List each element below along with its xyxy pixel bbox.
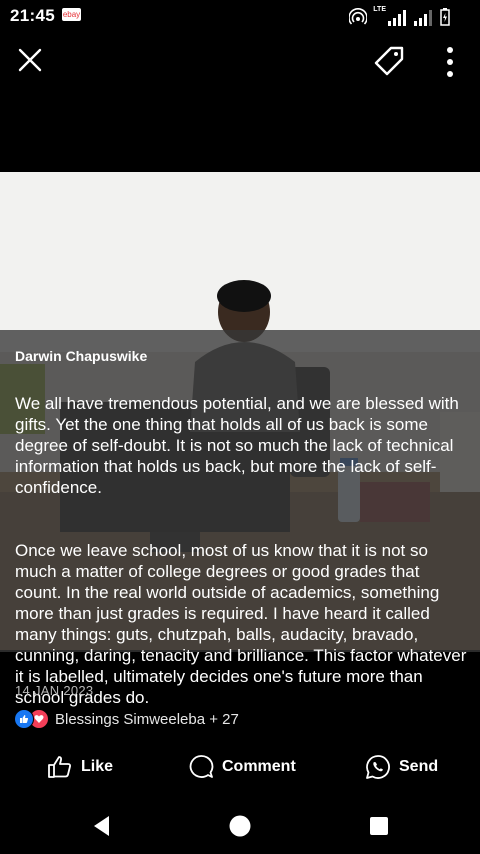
thumbs-up-icon [48, 756, 71, 778]
like-button[interactable]: Like [47, 754, 113, 780]
nav-home-button[interactable] [227, 813, 253, 839]
post-date: 14 JAN 2023 [15, 683, 94, 698]
send-button[interactable]: Send [365, 754, 438, 780]
system-nav-bar [0, 800, 480, 854]
close-button[interactable] [14, 44, 46, 76]
more-vertical-icon [447, 47, 453, 77]
like-label: Like [81, 758, 114, 775]
tag-button[interactable] [372, 44, 406, 78]
recents-square-icon [370, 817, 388, 835]
send-label: Send [399, 758, 439, 775]
tag-icon [374, 46, 404, 76]
home-circle-icon [229, 815, 251, 837]
battery-icon [440, 8, 450, 26]
reactions-summary[interactable]: Blessings Simweeleba + 27 [14, 709, 239, 729]
signal-icon-2 [414, 10, 432, 26]
comment-label: Comment [222, 758, 296, 775]
nav-recents-button[interactable] [366, 813, 392, 839]
top-bar [0, 40, 480, 84]
post-author[interactable]: Darwin Chapuswike [15, 348, 147, 364]
whatsapp-icon [366, 755, 390, 779]
back-triangle-icon [94, 816, 109, 836]
comment-button[interactable]: Comment [188, 754, 296, 780]
status-bar: 21:45 ebay LTE [0, 0, 480, 32]
action-bar: Like Comment Send [0, 748, 480, 788]
status-icons: LTE [349, 6, 450, 26]
hotspot-icon [349, 8, 368, 25]
reactions-text: Blessings Simweeleba + 27 [55, 710, 239, 728]
status-time: 21:45 [10, 6, 55, 25]
close-icon [18, 48, 42, 72]
nav-back-button[interactable] [89, 813, 115, 839]
caption-paragraph: We all have tremendous potential, and we… [15, 394, 459, 497]
signal-icon-1 [388, 10, 406, 26]
more-options-button[interactable] [440, 44, 460, 80]
ebay-notification-icon: ebay [62, 8, 81, 21]
lte-label: LTE [373, 6, 386, 13]
like-reaction-icon [14, 709, 34, 729]
post-caption[interactable]: We all have tremendous potential, and we… [15, 372, 470, 729]
comment-bubble-icon [189, 755, 214, 778]
